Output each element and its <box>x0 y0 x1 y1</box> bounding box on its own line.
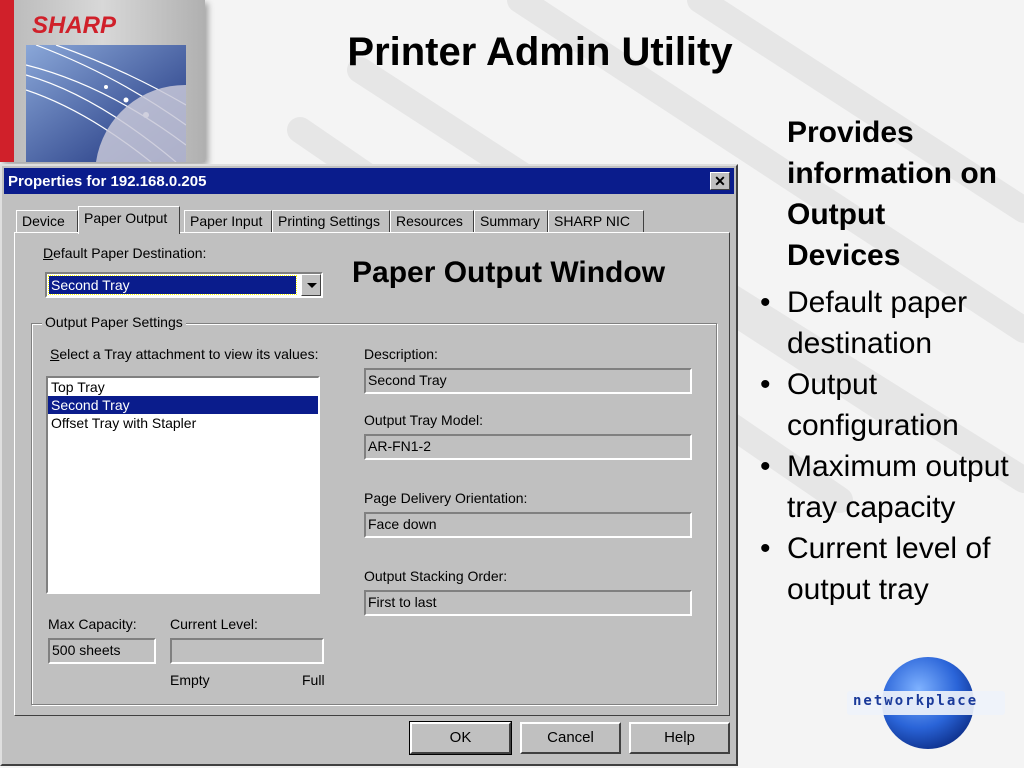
bullet-item: Default paper destination <box>760 282 1020 364</box>
tab-printing-settings[interactable]: Printing Settings <box>272 210 390 232</box>
logo-red-bar <box>0 0 14 162</box>
select-tray-label: Select a Tray attachment to view its val… <box>50 346 319 362</box>
close-button[interactable]: ✕ <box>710 172 730 190</box>
bullet-item: Current level of output tray <box>760 528 1020 610</box>
tab-device[interactable]: Device <box>16 210 78 232</box>
ok-button[interactable]: OK <box>409 721 512 755</box>
model-label: Output Tray Model: <box>364 412 484 428</box>
slide-title: Printer Admin Utility <box>347 30 733 74</box>
sharp-logo-text: SHARP <box>32 12 117 39</box>
list-item[interactable]: Second Tray <box>48 396 318 414</box>
panel-caption: Paper Output Window <box>352 256 666 289</box>
help-button[interactable]: Help <box>629 722 730 754</box>
paper-output-panel: Default Paper Destination: Second Tray O… <box>14 232 730 716</box>
sharp-logo: SHARP <box>0 0 205 162</box>
stacking-order-label: Output Stacking Order: <box>364 568 508 584</box>
bullet-item: Maximum output tray capacity <box>760 446 1020 528</box>
description-field: Second Tray <box>364 368 692 394</box>
stacking-order-field: First to last <box>364 590 692 616</box>
tab-paper-output[interactable]: Paper Output <box>78 206 180 234</box>
networkplace-logo: networkplace <box>845 655 1010 750</box>
dialog-title: Properties for 192.168.0.205 <box>8 173 207 190</box>
networkplace-logo-text: networkplace <box>853 693 979 709</box>
output-paper-settings-group: Output Paper Settings Select a Tray atta… <box>31 314 717 705</box>
cancel-button[interactable]: Cancel <box>520 722 621 754</box>
orientation-field: Face down <box>364 512 692 538</box>
default-destination-select[interactable]: Second Tray <box>45 272 323 298</box>
sharp-logo-art <box>26 45 186 162</box>
bullet-item: Output configuration <box>760 364 1020 446</box>
close-icon: ✕ <box>714 173 726 189</box>
model-field: AR-FN1-2 <box>364 434 692 460</box>
orientation-label: Page Delivery Orientation: <box>364 490 528 506</box>
current-level-field <box>170 638 324 664</box>
side-heading: Provides information on Output Devices <box>787 116 997 272</box>
empty-label: Empty <box>170 672 210 688</box>
default-destination-value: Second Tray <box>48 275 297 295</box>
list-item[interactable]: Top Tray <box>48 378 318 396</box>
chevron-down-icon[interactable] <box>301 274 321 296</box>
bullet-list: Default paper destination Output configu… <box>760 282 1020 610</box>
tab-summary[interactable]: Summary <box>474 210 548 232</box>
dialog-titlebar[interactable]: Properties for 192.168.0.205 ✕ <box>4 168 734 194</box>
max-capacity-label: Max Capacity: <box>48 616 137 632</box>
max-capacity-field: 500 sheets <box>48 638 156 664</box>
current-level-label: Current Level: <box>170 616 258 632</box>
description-label: Description: <box>364 346 438 362</box>
tray-listbox[interactable]: Top Tray Second Tray Offset Tray with St… <box>46 376 320 594</box>
list-item[interactable]: Offset Tray with Stapler <box>48 414 318 432</box>
full-label: Full <box>302 672 325 688</box>
properties-dialog: Properties for 192.168.0.205 ✕ Device Pa… <box>0 164 738 766</box>
tab-sharp-nic[interactable]: SHARP NIC <box>548 210 644 232</box>
tab-resources[interactable]: Resources <box>390 210 474 232</box>
group-legend: Output Paper Settings <box>42 314 186 330</box>
tab-paper-input[interactable]: Paper Input <box>184 210 272 232</box>
default-destination-label: Default Paper Destination: <box>43 245 207 261</box>
